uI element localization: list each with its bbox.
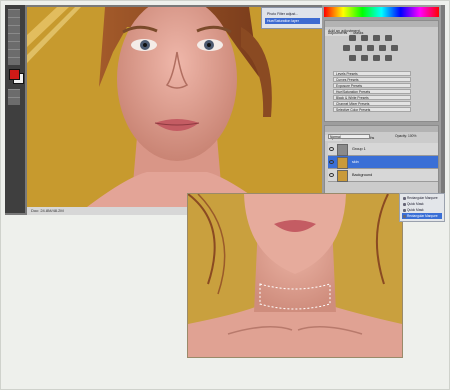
history-item-selected[interactable]: Rectangular Marquee xyxy=(402,213,442,219)
brush-tool-icon[interactable] xyxy=(8,33,20,41)
quick-mask-icon[interactable] xyxy=(8,97,20,105)
layer-row[interactable]: Group 1 xyxy=(328,143,438,156)
history-state-icon xyxy=(403,196,406,200)
popup-item[interactable]: Photo Filter adjust... xyxy=(265,11,320,17)
history-panel: Rectangular Marquee Quick Mask Quick Mas… xyxy=(399,193,445,222)
posterize-icon[interactable] xyxy=(361,55,368,61)
marquee-tool-icon[interactable] xyxy=(8,17,20,25)
preset-row[interactable]: Channel Mixer Presets xyxy=(333,101,411,106)
folder-icon xyxy=(337,144,348,156)
levels-icon[interactable] xyxy=(361,35,368,41)
preset-row[interactable]: Hue/Saturation Presets xyxy=(333,89,411,94)
exposure-icon[interactable] xyxy=(385,35,392,41)
eraser-tool-icon[interactable] xyxy=(8,49,20,57)
zoom-tool-icon[interactable] xyxy=(8,89,20,97)
preset-row[interactable]: Exposure Presets xyxy=(333,83,411,88)
tools-panel xyxy=(5,5,25,213)
preset-row[interactable]: Curves Presets xyxy=(333,77,411,82)
layers-tabbar: LayersChannelsPaths xyxy=(325,126,438,141)
document-canvas-face[interactable] xyxy=(27,7,323,207)
hue-sat-icon[interactable] xyxy=(355,45,362,51)
layer-name: Group 1 xyxy=(352,147,366,151)
black-white-icon[interactable] xyxy=(379,45,386,51)
adjustment-icons xyxy=(339,35,429,75)
adjustments-panel: Adjustments Masks Add an adjustment Level… xyxy=(324,20,439,122)
brightness-icon[interactable] xyxy=(349,35,356,41)
adjustments-title: Add an adjustment xyxy=(328,29,360,33)
face-photo xyxy=(27,7,323,207)
preset-row[interactable]: Levels Presets xyxy=(333,71,411,76)
gradient-map-icon[interactable] xyxy=(385,55,392,61)
clone-tool-icon[interactable] xyxy=(8,41,20,49)
layer-name: skin xyxy=(352,160,359,164)
history-state-icon xyxy=(403,208,406,212)
eye-icon[interactable] xyxy=(329,173,334,177)
right-panel-dock: Adjustments Masks Add an adjustment Level… xyxy=(322,5,441,211)
foreground-color-swatch[interactable] xyxy=(9,69,20,80)
floating-layer-popup: Photo Filter adjust... Hue/Saturation la… xyxy=(261,7,325,29)
popup-item-selected[interactable]: Hue/Saturation layer xyxy=(265,18,320,24)
vibrance-icon[interactable] xyxy=(343,45,350,51)
layer-thumbnail xyxy=(337,157,348,169)
photo-filter-icon[interactable] xyxy=(391,45,398,51)
preset-row[interactable]: Selective Color Presets xyxy=(333,107,411,112)
document-canvas-neck[interactable] xyxy=(187,193,403,358)
opacity-field[interactable]: Opacity: 100% xyxy=(395,134,435,139)
gradient-tool-icon[interactable] xyxy=(8,57,20,65)
lasso-tool-icon[interactable] xyxy=(8,25,20,33)
threshold-icon[interactable] xyxy=(373,55,380,61)
blend-mode-select[interactable]: Normal xyxy=(328,134,370,139)
history-label: Quick Mask xyxy=(407,208,424,212)
layer-row-selected[interactable]: skin xyxy=(328,156,438,169)
eye-icon[interactable] xyxy=(329,160,334,164)
move-tool-icon[interactable] xyxy=(8,9,20,17)
screenshot-frame: Doc: 24.8M/48.2M Photo Filter adjust... … xyxy=(0,0,450,390)
layer-name: Background xyxy=(352,173,373,177)
history-label: Quick Mask xyxy=(407,202,424,206)
history-state-icon xyxy=(403,214,406,218)
neck-photo xyxy=(188,194,402,357)
color-balance-icon[interactable] xyxy=(367,45,374,51)
layer-thumbnail xyxy=(337,170,348,182)
history-label: Rectangular Marquee xyxy=(407,214,438,218)
color-ramp[interactable] xyxy=(324,7,439,17)
history-state-icon xyxy=(403,202,406,206)
preset-row[interactable]: Black & White Presets xyxy=(333,95,411,100)
adjustments-tabbar: Adjustments Masks xyxy=(325,21,438,36)
history-label: Rectangular Marquee xyxy=(407,196,438,200)
eye-icon[interactable] xyxy=(329,147,334,151)
layer-row[interactable]: Background xyxy=(328,169,438,182)
invert-icon[interactable] xyxy=(349,55,356,61)
curves-icon[interactable] xyxy=(373,35,380,41)
